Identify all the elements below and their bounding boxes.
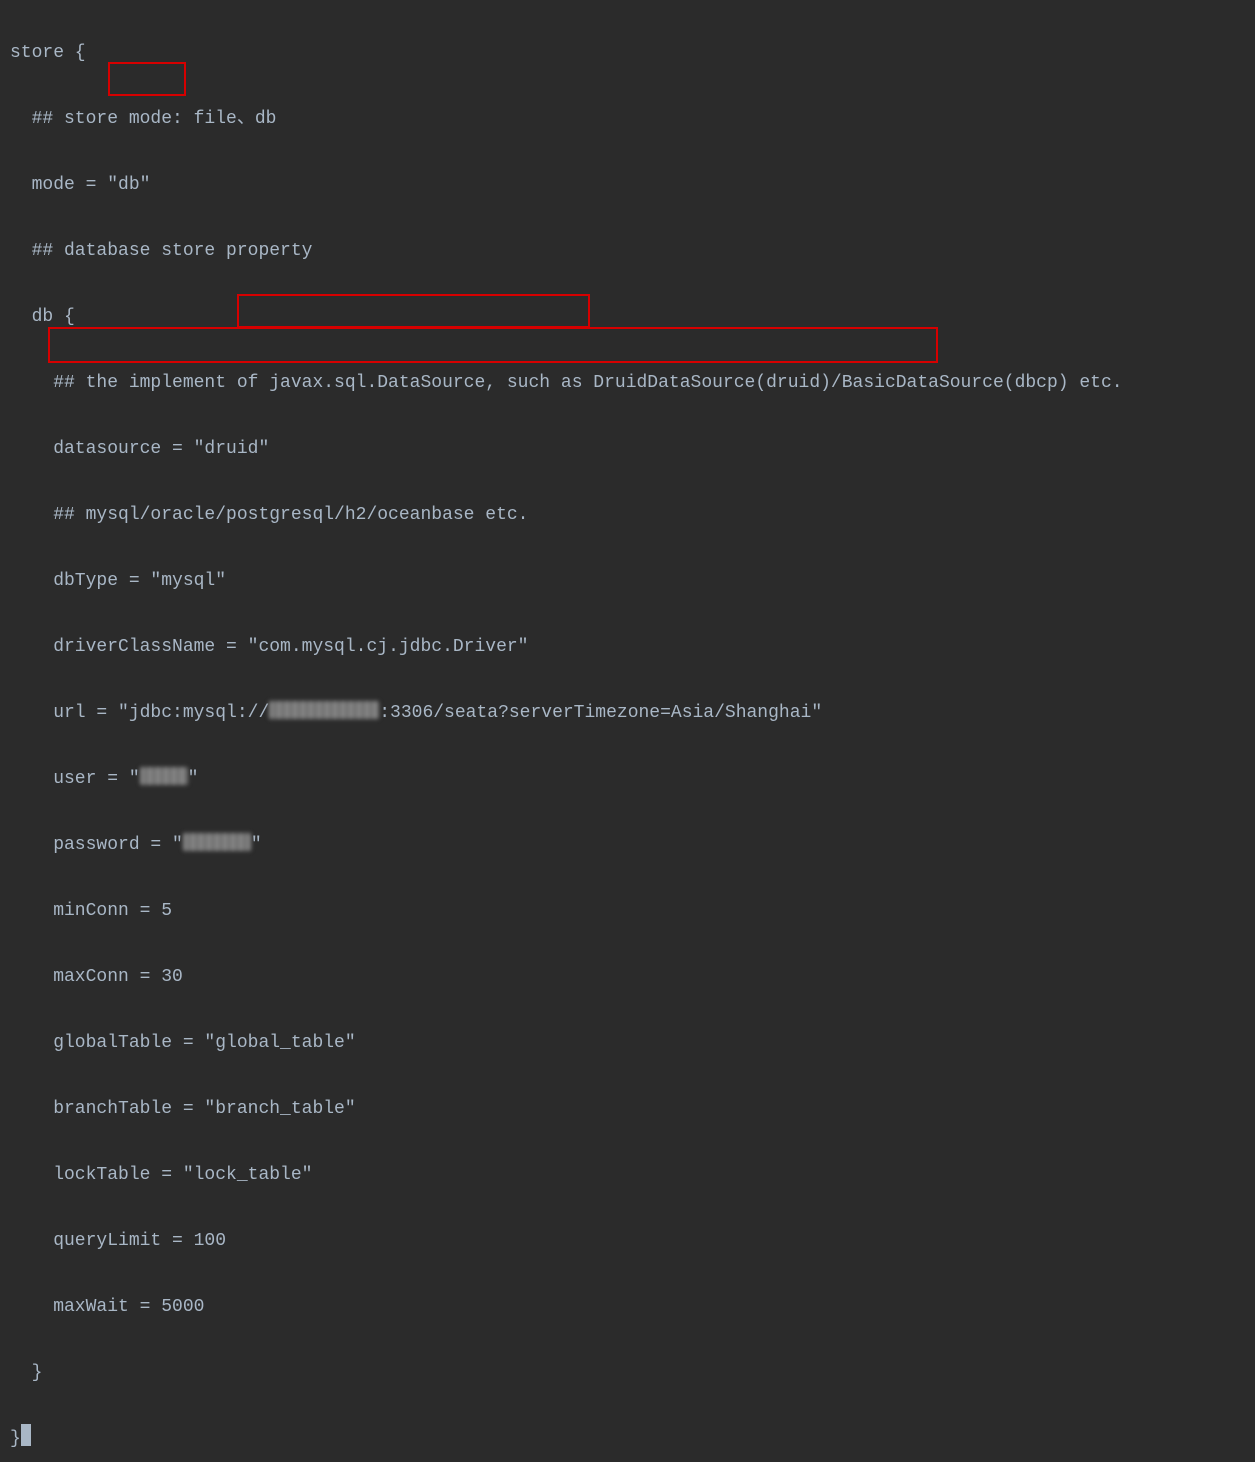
code-line: } — [0, 1357, 1255, 1390]
code-text: user = " — [10, 769, 140, 789]
text-cursor — [21, 1424, 31, 1446]
code-line: } — [0, 1423, 1255, 1456]
code-line: ## the implement of javax.sql.DataSource… — [0, 367, 1255, 400]
code-text: mode = — [10, 175, 107, 195]
code-line: mode = "db" — [0, 169, 1255, 202]
config-code-block: store { ## store mode: file、db mode = "d… — [0, 0, 1255, 1462]
code-text: " — [188, 769, 199, 789]
code-line: globalTable = "global_table" — [0, 1027, 1255, 1060]
code-line: ## database store property — [0, 235, 1255, 268]
code-line: ## store mode: file、db — [0, 103, 1255, 136]
code-line: maxWait = 5000 — [0, 1291, 1255, 1324]
code-line: driverClassName = "com.mysql.cj.jdbc.Dri… — [0, 631, 1255, 664]
code-line: queryLimit = 100 — [0, 1225, 1255, 1258]
code-line: branchTable = "branch_table" — [0, 1093, 1255, 1126]
code-line: store { — [0, 37, 1255, 70]
code-text: driverClassName = — [10, 637, 248, 657]
code-text: } — [10, 1429, 21, 1449]
redacted-host — [269, 701, 379, 719]
mode-value: "db" — [107, 175, 150, 195]
code-line: ## mysql/oracle/postgresql/h2/oceanbase … — [0, 499, 1255, 532]
code-text: :3306/seata?serverTimezone=Asia/Shanghai… — [379, 703, 822, 723]
code-line: db { — [0, 301, 1255, 334]
code-line: lockTable = "lock_table" — [0, 1159, 1255, 1192]
code-line: maxConn = 30 — [0, 961, 1255, 994]
code-line: dbType = "mysql" — [0, 565, 1255, 598]
code-text: url = "jdbc:mysql:// — [10, 703, 269, 723]
code-line: datasource = "druid" — [0, 433, 1255, 466]
code-text: " — [251, 835, 262, 855]
code-line: password = " " — [0, 829, 1255, 862]
code-line: user = " " — [0, 763, 1255, 796]
code-line: minConn = 5 — [0, 895, 1255, 928]
driver-class-value: "com.mysql.cj.jdbc.Driver" — [248, 637, 529, 657]
redacted-password — [183, 833, 251, 851]
redacted-user — [140, 767, 188, 785]
code-text: password = " — [10, 835, 183, 855]
code-line: url = "jdbc:mysql:// :3306/seata?serverTi… — [0, 697, 1255, 730]
